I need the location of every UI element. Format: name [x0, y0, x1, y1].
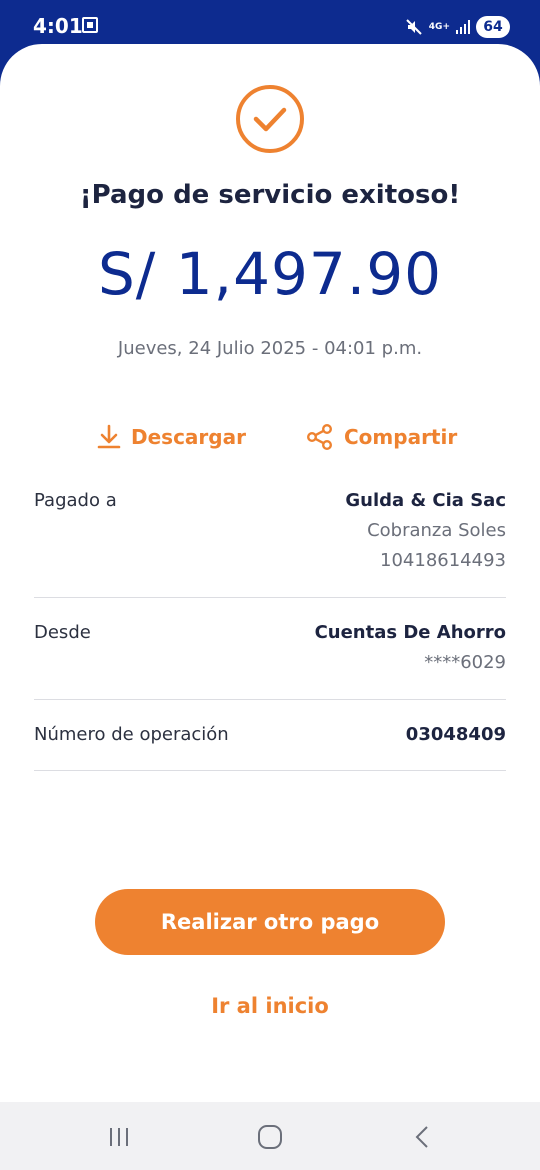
back-icon[interactable]	[407, 1122, 437, 1152]
network-type: 4G+	[428, 21, 450, 32]
operation-label: Número de operación	[34, 724, 229, 745]
success-title: ¡Pago de servicio exitoso!	[79, 180, 461, 210]
mute-icon	[405, 18, 423, 36]
download-icon	[97, 424, 121, 449]
screen-record-icon	[82, 17, 98, 33]
divider	[34, 770, 506, 771]
signal-icon	[456, 20, 470, 34]
share-icon	[307, 424, 333, 451]
system-nav-bar	[0, 1102, 540, 1170]
payment-amount: S/ 1,497.90	[97, 240, 443, 308]
success-check-icon	[235, 84, 305, 154]
new-payment-button[interactable]: Realizar otro pago	[95, 889, 445, 955]
download-label: Descargar	[131, 425, 246, 449]
paid-to-service: Cobranza Soles	[367, 520, 506, 541]
battery-badge: 64	[476, 16, 510, 38]
payment-date: Jueves, 24 Julio 2025 - 04:01 p.m.	[117, 338, 423, 359]
status-icons: 4G+ 64	[405, 14, 510, 40]
go-home-link[interactable]: Ir al inicio	[0, 994, 540, 1018]
from-account-number: ****6029	[424, 652, 506, 673]
paid-to-name: Gulda & Cia Sac	[345, 490, 506, 511]
status-time: 4:01	[33, 14, 83, 38]
recent-apps-icon[interactable]	[105, 1122, 135, 1152]
operation-number: 03048409	[405, 724, 506, 745]
share-label: Compartir	[344, 425, 458, 449]
share-button[interactable]: Compartir	[306, 421, 457, 453]
home-icon[interactable]	[255, 1122, 285, 1152]
divider	[34, 699, 506, 700]
from-label: Desde	[34, 622, 91, 643]
from-account: Cuentas De Ahorro	[314, 622, 506, 643]
divider	[34, 597, 506, 598]
paid-to-label: Pagado a	[34, 490, 117, 511]
download-button[interactable]: Descargar	[97, 421, 246, 453]
paid-to-code: 10418614493	[380, 550, 506, 571]
receipt-sheet: ¡Pago de servicio exitoso! S/ 1,497.90 J…	[0, 44, 540, 1102]
